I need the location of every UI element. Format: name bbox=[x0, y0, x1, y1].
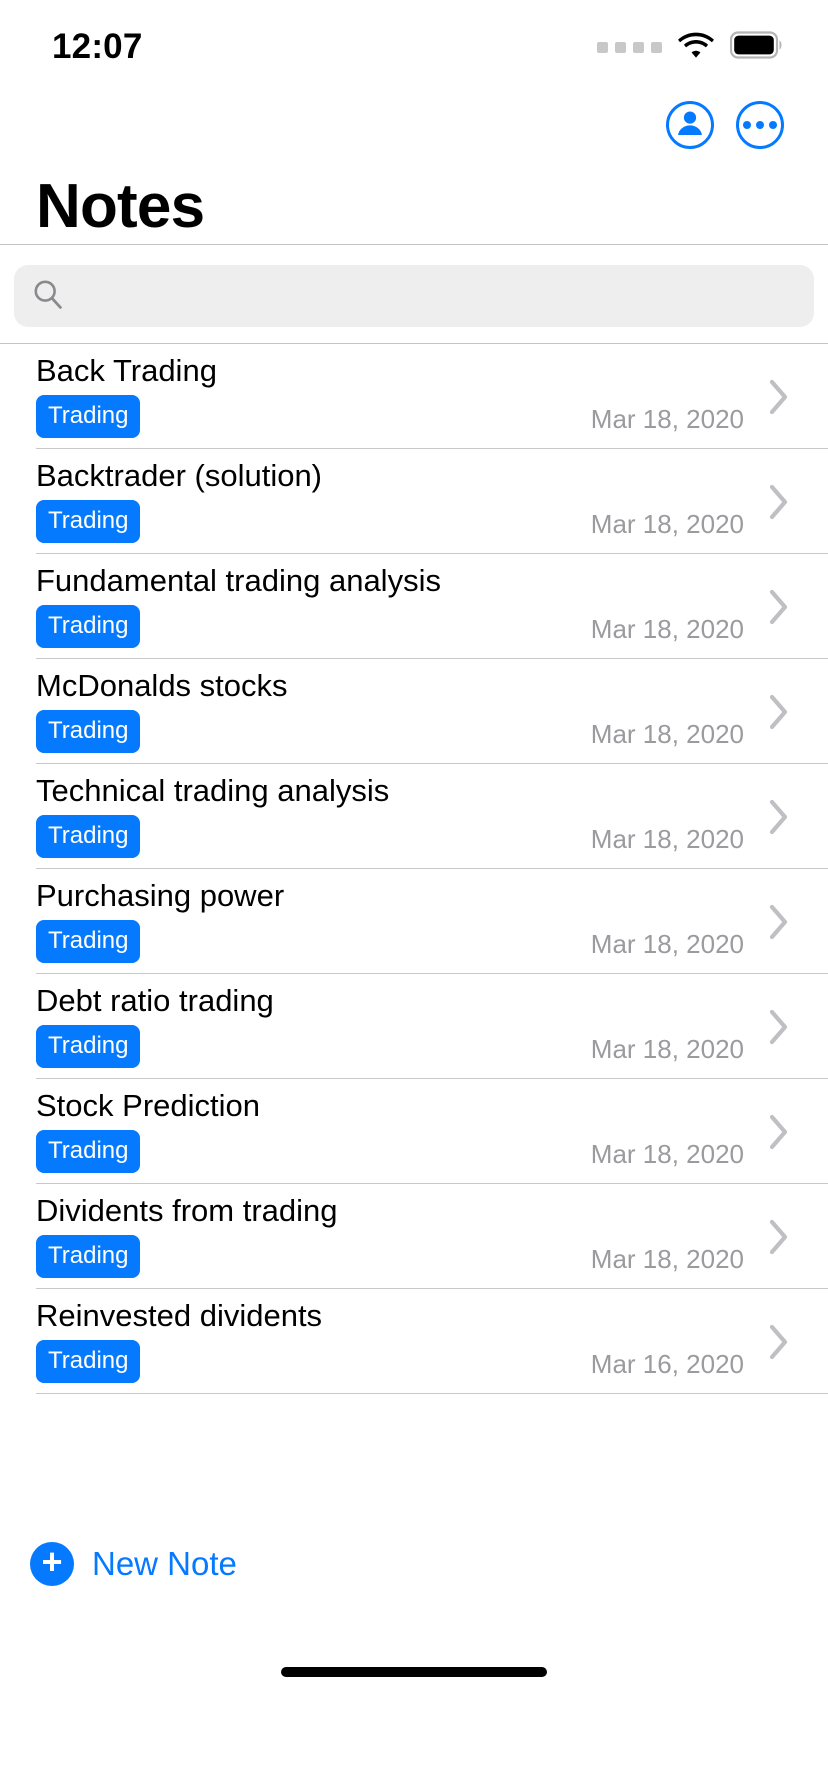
note-title: Fundamental trading analysis bbox=[36, 565, 441, 598]
chevron-right-icon bbox=[766, 798, 792, 836]
note-title: Purchasing power bbox=[36, 880, 285, 913]
note-item-content: Technical trading analysis Trading bbox=[36, 775, 591, 858]
note-row-separator bbox=[36, 1393, 828, 1394]
status-bar: 12:07 bbox=[0, 0, 828, 88]
note-title: Back Trading bbox=[36, 355, 217, 388]
ellipsis-circle-icon bbox=[743, 121, 777, 129]
home-indicator-area bbox=[0, 1619, 828, 1792]
notes-app-screen: 12:07 Notes Back Trading Trading Mar 18,… bbox=[0, 0, 828, 1792]
note-tag-badge[interactable]: Trading bbox=[36, 394, 141, 438]
search-section bbox=[0, 245, 828, 343]
status-bar-time: 12:07 bbox=[52, 26, 143, 66]
note-tag-badge[interactable]: Trading bbox=[36, 604, 141, 648]
note-title: Dividents from trading bbox=[36, 1195, 338, 1228]
note-tag-badge[interactable]: Trading bbox=[36, 499, 141, 543]
note-item-content: Purchasing power Trading bbox=[36, 880, 591, 963]
note-tag-badge[interactable]: Trading bbox=[36, 1129, 141, 1173]
status-bar-indicators bbox=[597, 30, 784, 64]
new-note-label: New Note bbox=[92, 1545, 237, 1582]
note-item-content: Dividents from trading Trading bbox=[36, 1195, 591, 1278]
note-title: Backtrader (solution) bbox=[36, 460, 323, 493]
note-tag-badge[interactable]: Trading bbox=[36, 919, 141, 963]
note-item-content: McDonalds stocks Trading bbox=[36, 670, 591, 753]
note-list-item[interactable]: Backtrader (solution) Trading Mar 18, 2020 bbox=[0, 449, 828, 554]
note-date: Mar 18, 2020 bbox=[590, 824, 744, 854]
note-item-content: Fundamental trading analysis Trading bbox=[36, 565, 591, 648]
note-list-item[interactable]: Purchasing power Trading Mar 18, 2020 bbox=[0, 869, 828, 974]
note-tag-badge[interactable]: Trading bbox=[36, 814, 141, 858]
note-item-content: Stock Prediction Trading bbox=[36, 1090, 591, 1173]
note-item-content: Backtrader (solution) Trading bbox=[36, 460, 591, 543]
note-title: Reinvested dividents bbox=[36, 1300, 323, 1333]
chevron-right-icon bbox=[766, 1113, 792, 1151]
search-input[interactable] bbox=[78, 265, 796, 327]
note-date: Mar 18, 2020 bbox=[590, 509, 744, 539]
chevron-right-icon bbox=[766, 1008, 792, 1046]
signal-dots-icon bbox=[597, 41, 662, 53]
note-tag-badge[interactable]: Trading bbox=[36, 1024, 141, 1068]
home-indicator[interactable] bbox=[281, 1667, 547, 1677]
note-tag-badge[interactable]: Trading bbox=[36, 1234, 141, 1278]
note-date: Mar 18, 2020 bbox=[590, 614, 744, 644]
more-options-button[interactable] bbox=[736, 101, 784, 149]
page-title: Notes bbox=[36, 172, 205, 241]
search-icon bbox=[32, 278, 64, 315]
account-circle-icon bbox=[673, 106, 707, 145]
chevron-right-icon bbox=[766, 483, 792, 521]
note-title: Technical trading analysis bbox=[36, 775, 390, 808]
note-date: Mar 18, 2020 bbox=[590, 404, 744, 434]
note-item-content: Back Trading Trading bbox=[36, 355, 591, 438]
plus-circle-icon: + bbox=[30, 1542, 74, 1586]
note-list-item[interactable]: Dividents from trading Trading Mar 18, 202… bbox=[0, 1184, 828, 1289]
note-tag-badge[interactable]: Trading bbox=[36, 709, 141, 753]
chevron-right-icon bbox=[766, 1323, 792, 1361]
nav-action-row bbox=[0, 88, 828, 162]
note-date: Mar 18, 2020 bbox=[590, 1244, 744, 1274]
note-title: McDonalds stocks bbox=[36, 670, 288, 703]
account-button[interactable] bbox=[666, 101, 714, 149]
chevron-right-icon bbox=[766, 693, 792, 731]
note-item-content: Reinvested dividents Trading bbox=[36, 1300, 591, 1383]
note-list-item[interactable]: McDonalds stocks Trading Mar 18, 2020 bbox=[0, 659, 828, 764]
chevron-right-icon bbox=[766, 1218, 792, 1256]
note-list-item[interactable]: Stock Prediction Trading Mar 18, 2020 bbox=[0, 1079, 828, 1184]
wifi-icon bbox=[678, 32, 714, 63]
note-tag-badge[interactable]: Trading bbox=[36, 1339, 141, 1383]
note-list-item[interactable]: Reinvested dividents Trading Mar 16, 2020 bbox=[0, 1289, 828, 1394]
chevron-right-icon bbox=[766, 903, 792, 941]
note-date: Mar 18, 2020 bbox=[590, 1139, 744, 1169]
note-list-item[interactable]: Fundamental trading analysis Trading Mar 1… bbox=[0, 554, 828, 659]
chevron-right-icon bbox=[766, 588, 792, 626]
notes-list: Back Trading Trading Mar 18, 2020 Backtrade… bbox=[0, 344, 828, 1509]
note-date: Mar 16, 2020 bbox=[590, 1349, 744, 1379]
note-date: Mar 18, 2020 bbox=[590, 719, 744, 749]
note-title: Stock Prediction bbox=[36, 1090, 260, 1123]
battery-full-icon bbox=[729, 30, 784, 64]
note-date: Mar 18, 2020 bbox=[590, 929, 744, 959]
note-list-item[interactable]: Back Trading Trading Mar 18, 2020 bbox=[0, 344, 828, 449]
new-note-button[interactable]: + New Note bbox=[0, 1509, 828, 1619]
chevron-right-icon bbox=[766, 378, 792, 416]
page-title-area: Notes bbox=[0, 162, 828, 244]
note-item-content: Debt ratio trading Trading bbox=[36, 985, 591, 1068]
note-list-item[interactable]: Debt ratio trading Trading Mar 18, 2020 bbox=[0, 974, 828, 1079]
note-title: Debt ratio trading bbox=[36, 985, 274, 1018]
search-bar[interactable] bbox=[14, 265, 814, 327]
note-list-item[interactable]: Technical trading analysis Trading Mar 18,… bbox=[0, 764, 828, 869]
note-date: Mar 18, 2020 bbox=[590, 1034, 744, 1064]
